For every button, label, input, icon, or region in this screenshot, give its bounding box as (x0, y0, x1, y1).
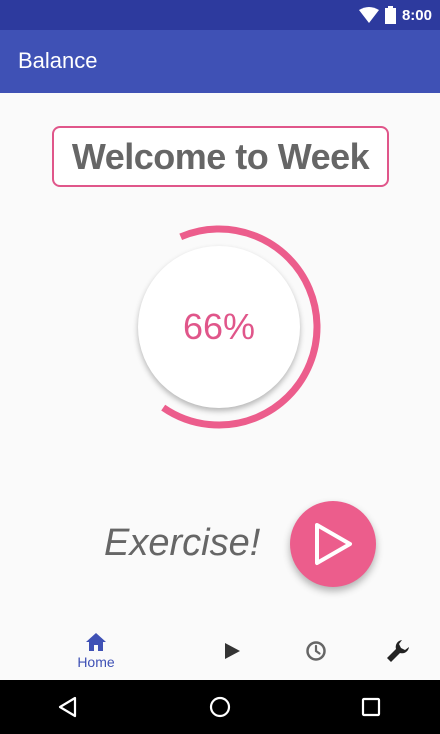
progress-percent: 66% (182, 306, 256, 347)
play-exercise-button[interactable] (290, 501, 376, 587)
recents-button[interactable] (357, 693, 385, 721)
recents-icon (361, 697, 381, 717)
progress-ring: 66% (114, 222, 324, 432)
back-icon (58, 696, 77, 718)
progress-circle: 66% (138, 246, 300, 408)
battery-icon (384, 6, 396, 24)
nav-play[interactable] (200, 622, 264, 680)
clock-icon (306, 641, 326, 661)
back-button[interactable] (54, 693, 82, 721)
wrench-icon (387, 640, 409, 662)
wifi-icon (358, 7, 379, 23)
status-bar: 8:00 (0, 0, 440, 30)
status-time: 8:00 (401, 6, 432, 24)
bottom-navigation: Home (0, 622, 440, 680)
exercise-label: Exercise! (104, 522, 261, 564)
app-title: Balance (18, 48, 98, 73)
home-icon (86, 633, 106, 651)
play-icon (225, 643, 240, 659)
nav-settings[interactable] (366, 622, 430, 680)
app-bar: Balance (0, 30, 440, 93)
home-circle-icon (209, 696, 231, 718)
welcome-box: Welcome to Week (52, 126, 389, 187)
nav-home[interactable]: Home (56, 622, 136, 680)
system-navigation-bar (0, 680, 440, 734)
home-system-button[interactable] (206, 693, 234, 721)
play-icon (315, 523, 352, 565)
welcome-text: Welcome to Week (71, 135, 370, 177)
nav-history[interactable] (284, 622, 348, 680)
status-icons: 8:00 (358, 6, 432, 24)
nav-home-label: Home (77, 654, 115, 670)
